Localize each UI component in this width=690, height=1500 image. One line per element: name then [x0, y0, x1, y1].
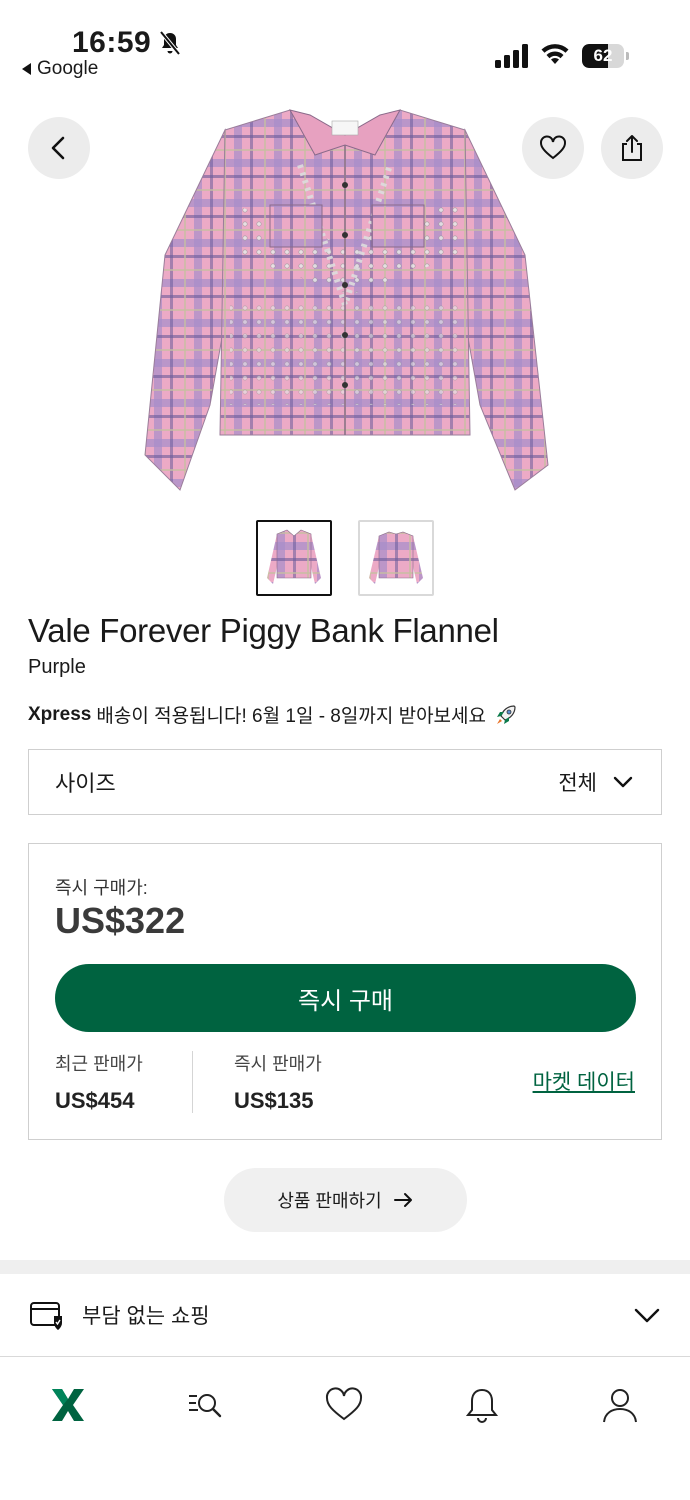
- home-logo-icon: [52, 1389, 84, 1421]
- market-data-link[interactable]: 마켓 데이터: [533, 1066, 635, 1096]
- product-image[interactable]: [140, 105, 550, 500]
- search-icon: [189, 1394, 222, 1418]
- heart-icon: [325, 1387, 363, 1421]
- stat-divider: [192, 1051, 193, 1113]
- last-sale-stat: 최근 판매가 US$454: [55, 1050, 143, 1114]
- back-to-app-link[interactable]: Google: [22, 58, 98, 80]
- arrow-right-icon: [393, 1193, 412, 1207]
- share-button[interactable]: [601, 117, 663, 179]
- worry-free-shopping-row[interactable]: 부담 없는 쇼핑: [0, 1274, 690, 1356]
- size-selector[interactable]: 사이즈 전체: [28, 749, 662, 815]
- buy-now-price: US$322: [55, 900, 186, 941]
- sell-now-value: US$135: [234, 1088, 314, 1113]
- battery-indicator: 62: [582, 44, 630, 68]
- bell-muted-icon: [159, 30, 181, 56]
- nav-search[interactable]: [183, 1383, 227, 1427]
- worry-free-shopping-label: 부담 없는 쇼핑: [82, 1305, 210, 1328]
- chevron-down-icon: [634, 1308, 660, 1323]
- profile-icon: [603, 1389, 637, 1423]
- chevron-down-icon: [613, 776, 633, 788]
- rocket-icon: [497, 704, 516, 724]
- section-separator: [0, 1260, 690, 1274]
- thumbnail-image: [267, 529, 321, 584]
- size-value: 전체: [558, 767, 635, 797]
- buy-now-label: 즉시 구매가:: [55, 878, 148, 898]
- buy-card: 즉시 구매가: US$322 즉시 구매 최근 판매가 US$454 즉시 판매…: [28, 843, 662, 1140]
- product-color: Purple: [28, 656, 86, 678]
- sell-now-stat: 즉시 판매가 US$135: [234, 1050, 322, 1114]
- share-icon: [622, 135, 642, 161]
- cellular-signal-icon: [495, 44, 528, 68]
- chevron-left-icon: [51, 136, 65, 160]
- sell-product-label: 상품 판매하기: [277, 1191, 382, 1211]
- last-sale-label: 최근 판매가: [55, 1054, 143, 1074]
- nav-favorites[interactable]: [322, 1383, 366, 1427]
- wifi-icon: [541, 44, 569, 64]
- last-sale-value: US$454: [55, 1088, 135, 1113]
- shipping-text: 배송이 적용됩니다! 6월 1일 - 8일까지 받아보세요: [96, 706, 486, 727]
- nav-home[interactable]: [46, 1383, 90, 1427]
- buy-now-button[interactable]: 즉시 구매: [55, 964, 636, 1032]
- sell-product-button[interactable]: 상품 판매하기: [224, 1168, 467, 1232]
- thumbnail-image: [369, 531, 423, 584]
- battery-level: 62: [593, 46, 613, 65]
- shipping-brand: Xpress: [28, 703, 92, 725]
- sell-now-label: 즉시 판매가: [234, 1054, 322, 1074]
- size-selected-value: 전체: [558, 772, 597, 795]
- back-app-label: Google: [37, 58, 99, 79]
- wallet-shield-icon: [30, 1302, 62, 1330]
- bell-icon: [465, 1388, 499, 1423]
- thumbnail-back[interactable]: [358, 520, 434, 596]
- nav-profile[interactable]: [598, 1383, 642, 1427]
- back-triangle-icon: [22, 63, 31, 75]
- nav-notifications[interactable]: [460, 1383, 504, 1427]
- size-label: 사이즈: [55, 771, 116, 796]
- thumbnail-front[interactable]: [256, 520, 332, 596]
- product-title: Vale Forever Piggy Bank Flannel: [28, 612, 499, 649]
- status-bar: 16:59 Google 62: [0, 0, 690, 90]
- shipping-notice: Xpress 배송이 적용됩니다! 6월 1일 - 8일까지 받아보세요: [28, 701, 518, 728]
- back-button[interactable]: [28, 117, 90, 179]
- status-time: 16:59: [72, 26, 152, 59]
- bottom-navigation: [0, 1357, 690, 1457]
